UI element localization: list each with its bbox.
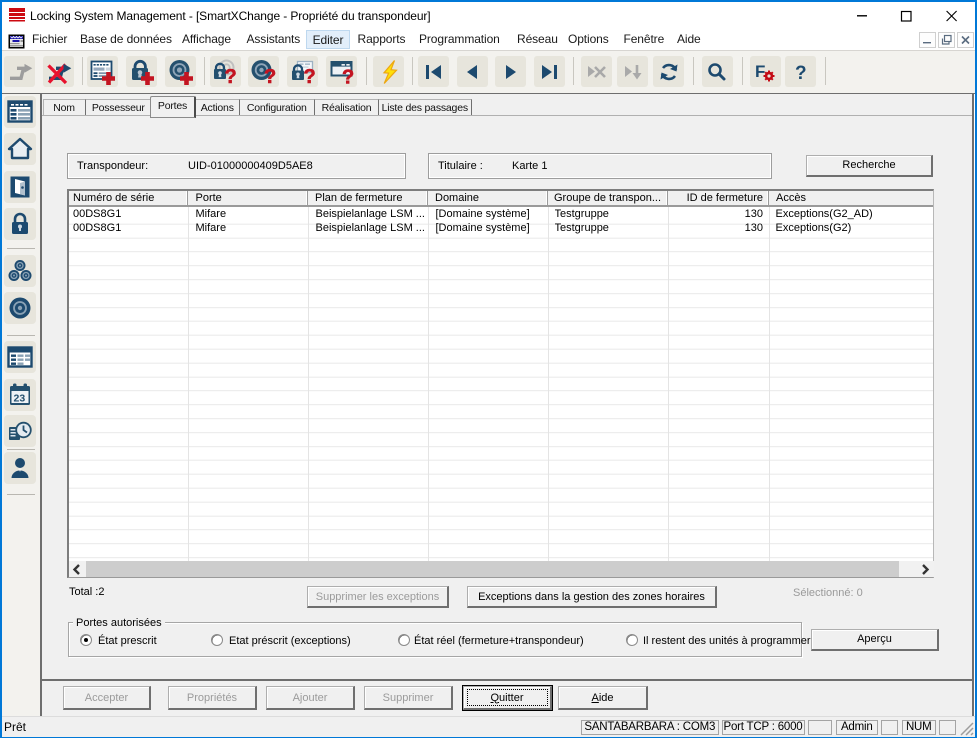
svg-text:?: ? bbox=[225, 66, 237, 86]
svg-text:?: ? bbox=[264, 66, 276, 86]
svg-text:23: 23 bbox=[14, 393, 26, 405]
svg-text:?: ? bbox=[342, 66, 354, 85]
svg-text:?: ? bbox=[303, 66, 315, 86]
svg-text:?: ? bbox=[795, 63, 807, 84]
svg-text:F: F bbox=[755, 62, 765, 81]
